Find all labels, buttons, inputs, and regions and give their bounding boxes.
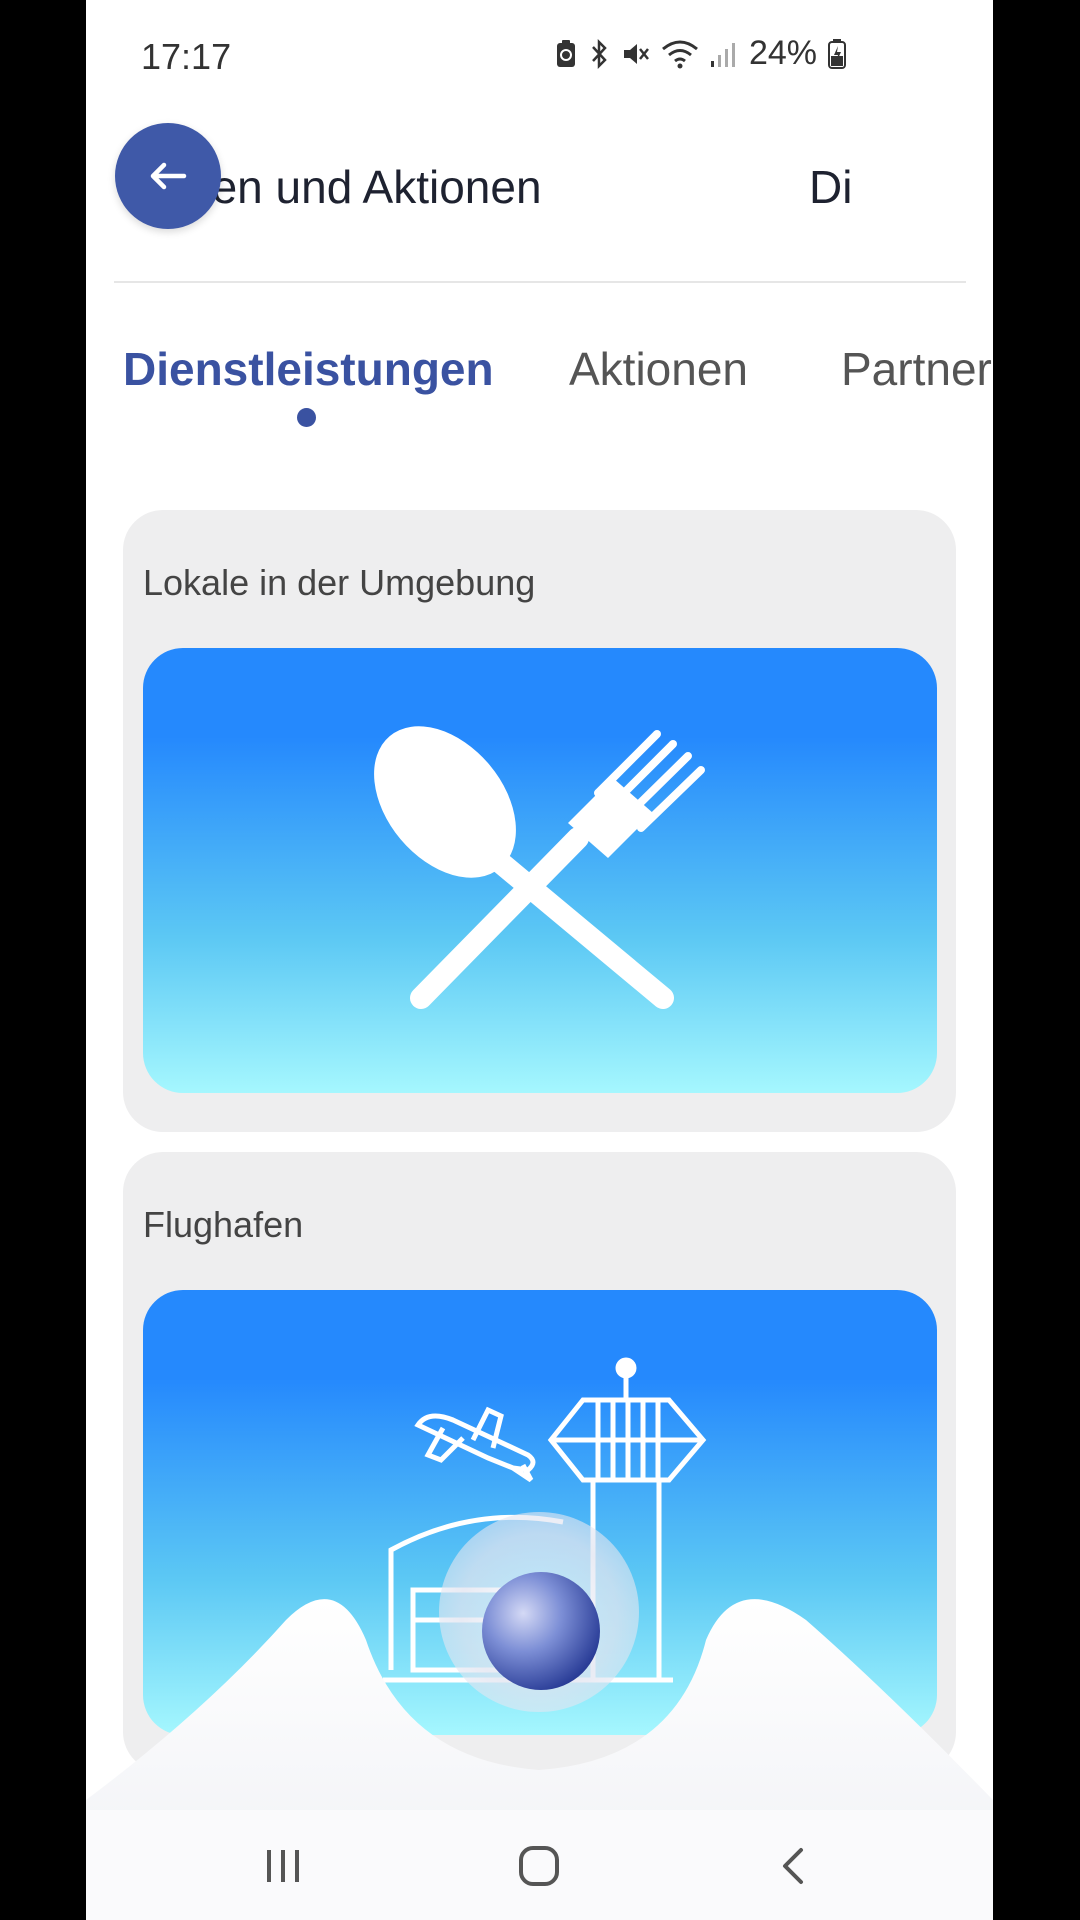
card-lokale[interactable]: Lokale in der Umgebung bbox=[123, 510, 956, 1132]
active-tab-indicator bbox=[297, 408, 316, 427]
page-title: gen und Aktionen bbox=[186, 161, 542, 213]
bluetooth-icon bbox=[592, 38, 607, 69]
assistant-orb-icon[interactable] bbox=[482, 1572, 600, 1690]
wifi-icon bbox=[661, 40, 698, 68]
back-button[interactable] bbox=[115, 123, 221, 229]
card-label: Flughafen bbox=[143, 1204, 304, 1245]
status-icons: 24% bbox=[555, 34, 847, 73]
navigation-bar bbox=[86, 1810, 993, 1920]
cutlery-icon bbox=[374, 726, 705, 1009]
back-icon bbox=[783, 1848, 803, 1884]
header-divider bbox=[114, 281, 966, 283]
status-time: 17:17 bbox=[141, 36, 232, 77]
mute-icon bbox=[623, 43, 649, 64]
card-label: Lokale in der Umgebung bbox=[143, 562, 536, 603]
tab-dienstleistungen[interactable]: Dienstleistungen bbox=[123, 342, 494, 396]
recent-apps-button[interactable] bbox=[253, 1836, 313, 1896]
card-banner[interactable] bbox=[143, 648, 937, 1093]
battery-percent: 24% bbox=[748, 34, 817, 72]
tab-aktionen[interactable]: Aktionen bbox=[569, 342, 748, 396]
home-icon bbox=[519, 1846, 559, 1886]
recent-apps-icon bbox=[267, 1850, 299, 1882]
arrow-left-icon bbox=[150, 162, 187, 190]
home-button[interactable] bbox=[509, 1836, 569, 1896]
screen: 17:17 24% gen und Aktionen Di Dienstleis… bbox=[86, 0, 993, 1920]
next-page-title[interactable]: Di bbox=[809, 160, 864, 214]
battery-charging-icon bbox=[828, 38, 846, 69]
battery-saver-icon bbox=[556, 39, 575, 67]
tab-partner[interactable]: Partner bbox=[841, 342, 992, 396]
signal-icon bbox=[710, 42, 735, 67]
nav-back-button[interactable] bbox=[763, 1836, 823, 1896]
status-bar: 17:17 24% bbox=[86, 0, 993, 110]
